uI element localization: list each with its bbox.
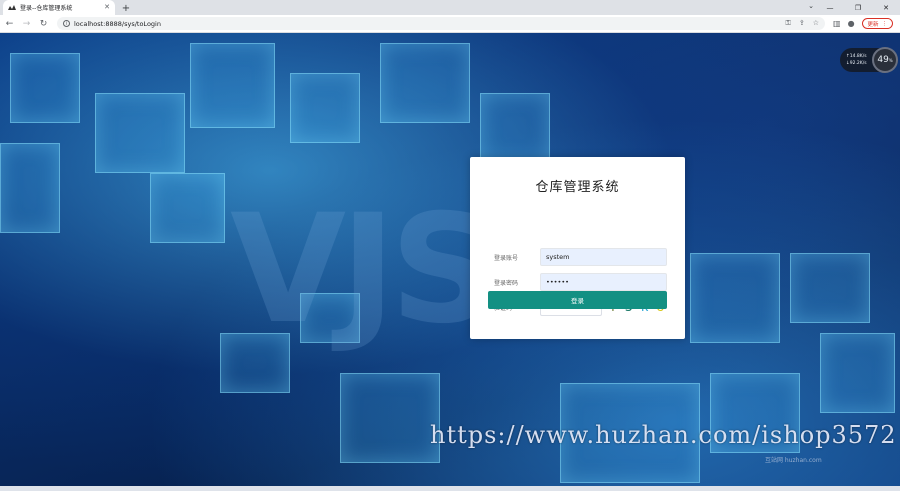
decor-cube xyxy=(190,43,275,128)
download-rate: ↓92.2K/s xyxy=(846,61,867,66)
password-row: 登录密码 •••••• xyxy=(470,273,685,291)
background-logo-text: VJS xyxy=(230,183,498,357)
restore-icon[interactable]: ❐ xyxy=(844,0,872,15)
login-button[interactable]: 登录 xyxy=(488,291,667,309)
minimize-icon[interactable]: — xyxy=(816,0,844,15)
tab-title: 登录--仓库管理系统 xyxy=(20,5,73,12)
reload-icon[interactable]: ↻ xyxy=(36,16,51,31)
browser-tab[interactable]: 登录--仓库管理系统 ✕ xyxy=(3,0,115,15)
upload-rate: ↑14.8K/s xyxy=(846,54,867,59)
username-input[interactable]: system xyxy=(540,248,667,266)
forward-icon[interactable]: → xyxy=(19,16,34,31)
site-info-icon[interactable]: i xyxy=(63,20,70,27)
decor-cube xyxy=(95,93,185,173)
decor-cube xyxy=(0,143,60,233)
watermark-subtext: 互站网 huzhan.com xyxy=(765,457,822,464)
address-bar[interactable]: i localhost:8888/sys/toLogin ⚿ ⇪ ☆ xyxy=(57,17,825,30)
decor-cube xyxy=(790,253,870,323)
decor-cube xyxy=(480,93,550,163)
bottom-strip xyxy=(0,486,900,491)
decor-cube xyxy=(380,43,470,123)
decor-cube xyxy=(290,73,360,143)
username-label: 登录账号 xyxy=(494,255,519,262)
memory-gauge: 49% xyxy=(872,47,898,73)
decor-cube xyxy=(10,53,80,123)
close-window-icon[interactable]: ✕ xyxy=(872,0,900,15)
share-icon[interactable]: ⇪ xyxy=(799,19,805,28)
key-icon[interactable]: ⚿ xyxy=(786,19,791,28)
side-panel-icon[interactable]: ▥ xyxy=(833,19,841,28)
tab-strip: 登录--仓库管理系统 ✕ + ⌄ — ❐ ✕ xyxy=(0,0,900,15)
profile-icon[interactable]: ● xyxy=(848,19,855,28)
back-icon[interactable]: ← xyxy=(2,16,17,31)
decor-cube xyxy=(340,373,440,463)
login-card: 仓库管理系统 登录账号 system 登录密码 •••••• 验证码 T 3 k… xyxy=(470,157,685,339)
watermark-url: https://www.huzhan.com/ishop3572 xyxy=(430,421,897,449)
url-text: localhost:8888/sys/toLogin xyxy=(74,19,161,28)
decor-cube xyxy=(690,253,780,343)
bookmark-star-icon[interactable]: ☆ xyxy=(813,19,819,28)
login-title: 仓库管理系统 xyxy=(535,180,620,195)
network-monitor-widget[interactable]: ↑14.8K/s ↓92.2K/s 49% xyxy=(840,47,898,73)
decor-cube xyxy=(150,173,225,243)
decor-cube xyxy=(820,333,895,413)
tab-search-icon[interactable]: ⌄ xyxy=(808,2,814,10)
close-tab-icon[interactable]: ✕ xyxy=(104,4,110,11)
login-page-background: VJS https://www.huzhan.com/ishop3572 互站网… xyxy=(0,33,900,491)
app-logo-icon xyxy=(8,4,16,12)
more-menu-icon[interactable]: ⋮ xyxy=(882,21,888,27)
new-tab-button[interactable]: + xyxy=(119,1,133,15)
window-controls: — ❐ ✕ xyxy=(816,0,900,15)
password-label: 登录密码 xyxy=(494,280,519,287)
update-button[interactable]: 更新 ⋮ xyxy=(861,18,894,29)
browser-toolbar: ← → ↻ i localhost:8888/sys/toLogin ⚿ ⇪ ☆… xyxy=(0,15,900,33)
username-row: 登录账号 system xyxy=(470,248,685,266)
password-input[interactable]: •••••• xyxy=(540,273,667,291)
